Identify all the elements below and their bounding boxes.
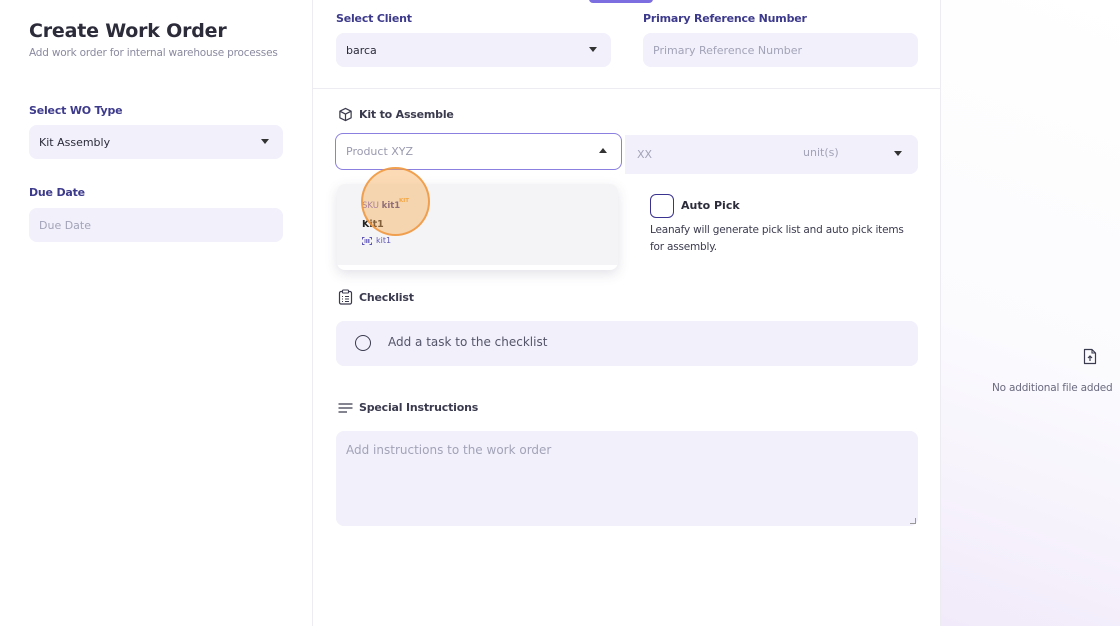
option-barcode: kit1 <box>362 236 391 245</box>
wo-type-value: Kit Assembly <box>39 135 111 149</box>
caret-down-icon <box>589 47 597 52</box>
due-date-placeholder: Due Date <box>39 218 91 232</box>
reference-placeholder: Primary Reference Number <box>653 43 803 57</box>
checklist-placeholder: Add a task to the checklist <box>388 335 548 349</box>
client-value: barca <box>346 43 377 57</box>
checklist-section-title: Checklist <box>338 289 414 305</box>
auto-pick-label: Auto Pick <box>681 199 740 212</box>
clipboard-icon <box>338 289 353 305</box>
task-circle-icon <box>355 335 371 351</box>
resize-grip-icon[interactable] <box>910 518 916 524</box>
checklist-add-task[interactable]: Add a task to the checklist <box>336 321 918 366</box>
auto-pick-checkbox[interactable] <box>650 194 674 218</box>
top-tab-indicator <box>589 0 653 3</box>
reference-label: Primary Reference Number <box>643 12 807 25</box>
due-date-input[interactable]: Due Date <box>29 208 283 242</box>
barcode-icon <box>362 236 372 245</box>
client-select[interactable]: barca <box>336 33 611 67</box>
main-form-panel: Select Client barca Primary Reference Nu… <box>313 0 941 626</box>
instructions-placeholder: Add instructions to the work order <box>346 443 552 457</box>
kit-quantity-field[interactable]: XX unit(s) <box>625 135 918 174</box>
file-upload-icon[interactable] <box>1083 348 1097 365</box>
reference-input[interactable]: Primary Reference Number <box>643 33 918 67</box>
caret-down-icon <box>261 139 269 144</box>
caret-up-icon <box>599 148 607 153</box>
no-file-message: No additional file added <box>992 382 1113 394</box>
page-title: Create Work Order <box>29 20 227 42</box>
checklist-section-label: Checklist <box>359 290 414 304</box>
unit-label: unit(s) <box>803 146 839 159</box>
kit-section-label: Kit to Assemble <box>359 108 454 121</box>
kit-product-placeholder: Product XYZ <box>346 145 414 158</box>
cursor-highlight <box>361 167 430 236</box>
wo-type-select[interactable]: Kit Assembly <box>29 125 283 159</box>
client-label: Select Client <box>336 12 412 25</box>
caret-down-icon[interactable] <box>894 151 902 156</box>
auto-pick-description: Leanafy will generate pick list and auto… <box>650 224 904 253</box>
barcode-value: kit1 <box>376 236 392 245</box>
attachments-panel: No additional file added <box>941 0 1120 626</box>
wo-type-label: Select WO Type <box>29 104 123 117</box>
instructions-section-title: Special Instructions <box>338 401 478 414</box>
kit-section-title: Kit to Assemble <box>338 107 454 122</box>
quantity-placeholder: XX <box>637 148 653 161</box>
due-date-label: Due Date <box>29 186 85 199</box>
instructions-textarea[interactable]: Add instructions to the work order <box>336 431 918 526</box>
instructions-section-label: Special Instructions <box>359 401 479 414</box>
box-icon <box>339 107 352 122</box>
page-subtitle: Add work order for internal warehouse pr… <box>29 47 278 59</box>
left-panel: Create Work Order Add work order for int… <box>0 0 313 626</box>
lines-icon <box>338 402 353 413</box>
create-work-order-screen: Create Work Order Add work order for int… <box>0 0 1120 626</box>
section-divider <box>313 88 941 89</box>
kit-product-select[interactable]: Product XYZ <box>335 133 622 170</box>
